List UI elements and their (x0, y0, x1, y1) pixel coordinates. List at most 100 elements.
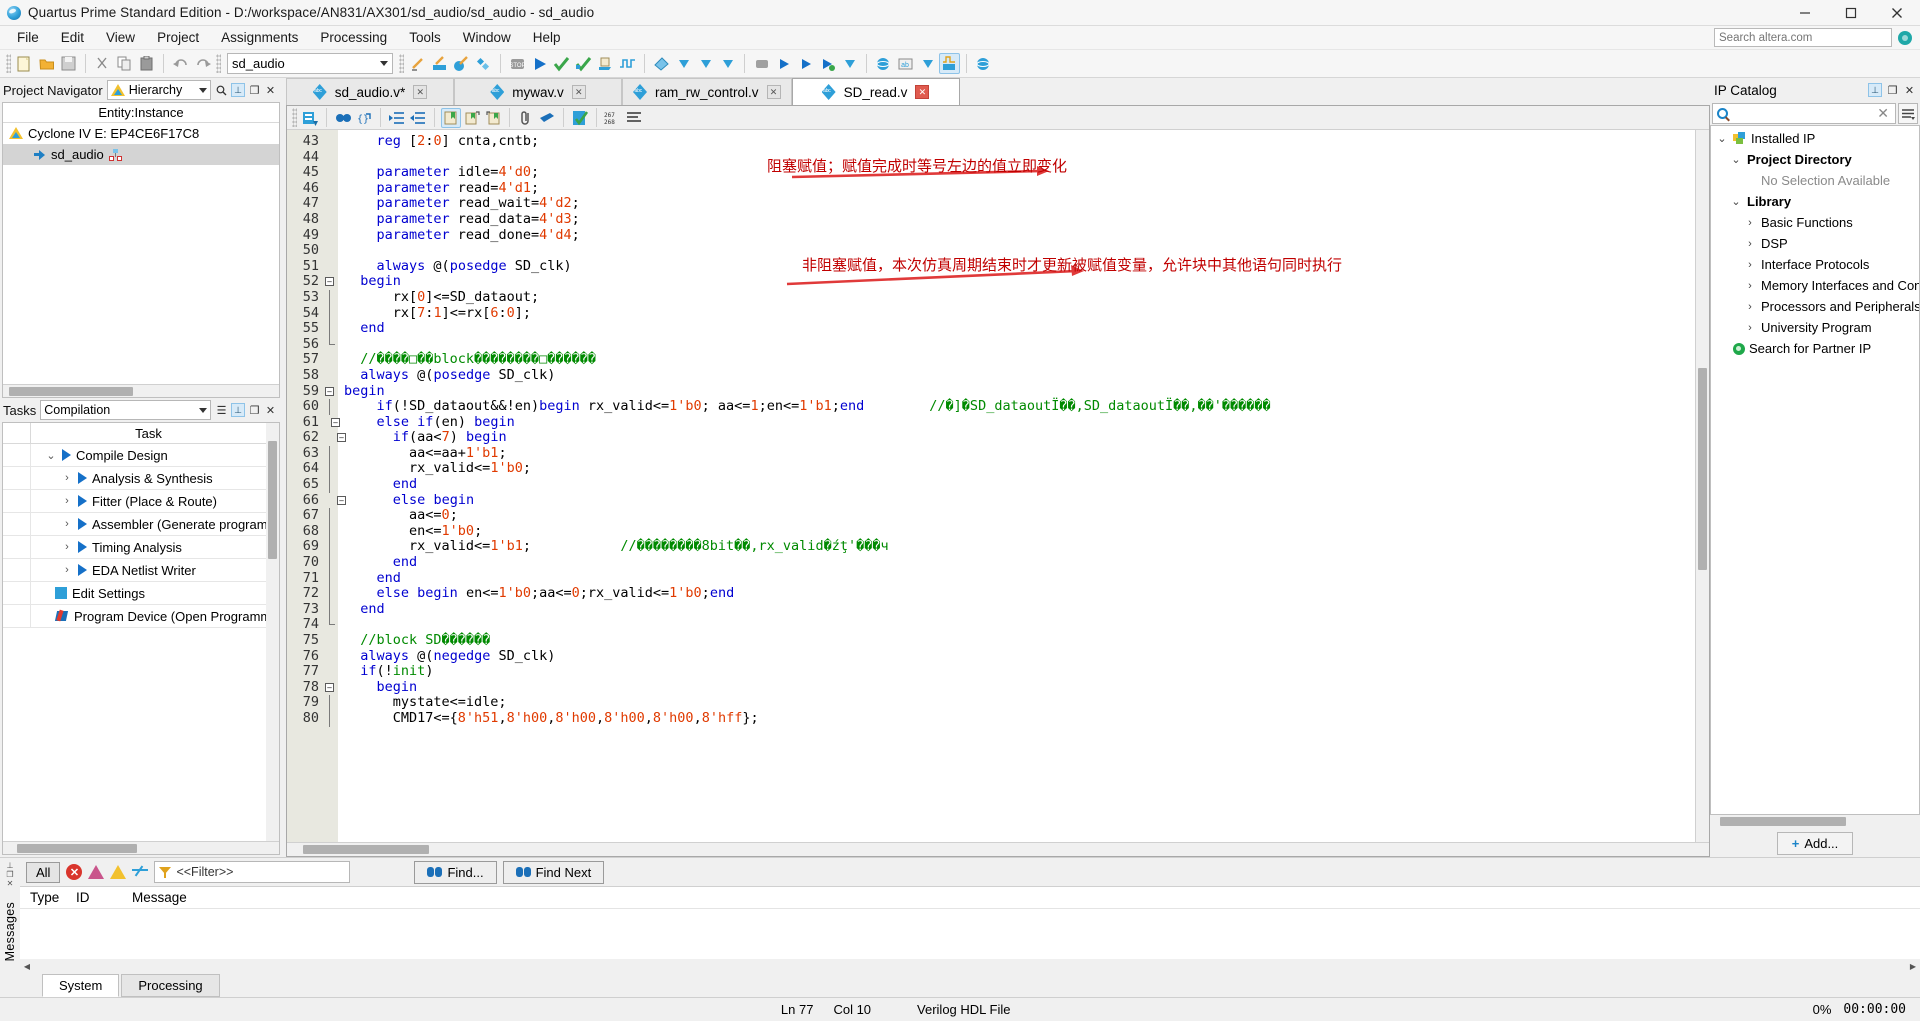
code-line[interactable]: else begin (344, 492, 1695, 509)
project-navigator-hscrollbar[interactable] (3, 384, 279, 397)
messages-tab-processing[interactable]: Processing (121, 974, 220, 997)
task-row-assembler[interactable]: › Assembler (Generate programm (3, 513, 266, 536)
code-line[interactable]: end (344, 554, 1695, 571)
comment-icon[interactable] (537, 108, 557, 128)
task-row-fitter[interactable]: › Fitter (Place & Route) (3, 490, 266, 513)
hamburger-menu-icon[interactable]: ☰ (215, 404, 228, 417)
altera-search-input[interactable] (1714, 28, 1892, 47)
code-vscrollbar[interactable] (1695, 130, 1709, 842)
code-folding-gutter[interactable]: – – – – – – (323, 130, 346, 842)
editor-tab-sd-audio[interactable]: sd_audio.v* ✕ (286, 78, 454, 105)
code-line[interactable]: else if(en) begin (344, 414, 1695, 431)
scrollbar-thumb[interactable] (1720, 817, 1846, 826)
editor-tab-sd-read[interactable]: SD_read.v ✕ (791, 78, 960, 105)
code-line[interactable]: if(aa<7) begin (344, 429, 1695, 446)
code-view[interactable]: 43 44 45 46 47 48 49 50 51 52 53 54 55 56 57 58 59 60 61 62… (287, 130, 1709, 842)
play-icon[interactable] (78, 541, 87, 553)
scrollbar-thumb[interactable] (303, 845, 429, 854)
fold-marker[interactable]: – (323, 680, 338, 696)
play-blue-icon[interactable] (773, 53, 794, 74)
menu-project[interactable]: Project (146, 27, 210, 48)
code-line[interactable]: end (344, 570, 1695, 587)
code-line[interactable]: end (344, 601, 1695, 618)
menu-view[interactable]: View (95, 27, 146, 48)
indent-icon[interactable] (387, 108, 407, 128)
tree-row-device[interactable]: Cyclone IV E: EP4CE6F17C8 (3, 123, 279, 144)
hierarchy-down-icon[interactable] (673, 53, 694, 74)
chevron-right-icon[interactable]: › (1743, 301, 1757, 313)
copy-icon[interactable] (114, 53, 135, 74)
task-row-timing-analysis[interactable]: › Timing Analysis (3, 536, 266, 559)
menu-help[interactable]: Help (522, 27, 572, 48)
tasks-flow-combo[interactable]: Compilation (40, 400, 211, 420)
ip-tree-row[interactable]: ⌄ Project Directory (1711, 149, 1919, 170)
down-arrow-blue-icon[interactable] (917, 53, 938, 74)
code-line[interactable]: begin (344, 679, 1695, 696)
ip-tree-row[interactable]: › Memory Interfaces and Cont (1711, 275, 1919, 296)
code-line[interactable]: parameter read_data=4'd3; (344, 211, 1695, 228)
chevron-down-icon[interactable]: ⌄ (1729, 153, 1743, 166)
chevron-right-icon[interactable]: › (61, 564, 73, 576)
tree-row-entity[interactable]: sd_audio (3, 144, 279, 165)
source-code-text[interactable]: reg [2:0] cnta,cntb; parameter idle=4'd0… (338, 130, 1695, 842)
fold-marker[interactable]: – (323, 430, 346, 446)
redo-icon[interactable] (192, 53, 213, 74)
scroll-left-icon[interactable]: ◀ (20, 959, 34, 973)
ip-tree-row[interactable]: › Processors and Peripherals (1711, 296, 1919, 317)
code-line[interactable]: parameter read=4'd1; (344, 180, 1695, 197)
menu-assignments[interactable]: Assignments (210, 27, 309, 48)
restore-icon[interactable]: ❐ (248, 84, 261, 97)
chip-planner-icon[interactable] (873, 53, 894, 74)
pencil-icon[interactable] (407, 53, 428, 74)
chevron-right-icon[interactable]: › (61, 495, 73, 507)
signal-tap-icon[interactable] (939, 53, 960, 74)
chevron-down-icon[interactable]: ⌄ (1729, 195, 1743, 208)
code-line[interactable] (344, 243, 1695, 259)
play-icon[interactable] (78, 472, 87, 484)
code-line[interactable]: end (344, 476, 1695, 493)
close-icon[interactable]: ✕ (915, 85, 930, 99)
chevron-right-icon[interactable]: › (61, 541, 73, 553)
pin-icon[interactable]: ⊥ (7, 861, 14, 870)
toolbar-grip[interactable] (216, 54, 221, 73)
outdent-icon[interactable] (408, 108, 428, 128)
new-file-icon[interactable] (14, 53, 35, 74)
editor-tab-ram-rw-control[interactable]: ram_rw_control.v ✕ (622, 78, 792, 105)
close-icon[interactable]: ✕ (264, 404, 277, 417)
pin-icon[interactable]: ⊥ (231, 83, 245, 97)
ab-tool-icon[interactable]: ab (895, 53, 916, 74)
bookmark-toggle-icon[interactable] (441, 107, 461, 128)
ip-tree-row[interactable]: No Selection Available (1711, 170, 1919, 191)
hamburger-menu-icon[interactable] (1898, 103, 1918, 124)
code-line[interactable]: mystate<=idle; (344, 695, 1695, 711)
code-line[interactable]: //block SD������ (344, 632, 1695, 649)
minimize-icon[interactable] (1782, 0, 1828, 26)
check2-icon[interactable] (573, 53, 594, 74)
play-icon[interactable] (78, 518, 87, 530)
code-line[interactable]: rx_valid<=1'b1; //��������8bit��,rx_vali… (344, 539, 1695, 555)
code-line[interactable]: if(!SD_dataout&&!en)begin rx_valid<=1'b0… (344, 398, 1695, 415)
close-icon[interactable]: ✕ (413, 85, 428, 99)
check1-icon[interactable] (551, 53, 572, 74)
close-icon[interactable]: ✕ (766, 85, 781, 99)
ip-tree-row[interactable]: ⌄ Library (1711, 191, 1919, 212)
task-row-program-device[interactable]: Program Device (Open Programme (3, 605, 266, 628)
netlist-stop-icon[interactable] (751, 53, 772, 74)
code-line[interactable]: aa<=aa+1'b1; (344, 445, 1695, 462)
toolbar-grip[interactable] (399, 54, 404, 73)
play-icon[interactable] (62, 449, 71, 461)
scroll-right-icon[interactable]: ▶ (1906, 959, 1920, 973)
code-line[interactable] (344, 150, 1695, 166)
code-line[interactable]: begin (344, 383, 1695, 400)
stop-icon[interactable]: STOP (507, 53, 528, 74)
code-line[interactable]: always @(posedge SD_clk) (344, 258, 1695, 275)
bookmark-prev-icon[interactable] (483, 108, 503, 128)
code-line[interactable]: else begin en<=1'b0;aa<=0;rx_valid<=1'b0… (344, 585, 1695, 602)
messages-list[interactable] (20, 908, 1920, 959)
search-icon[interactable] (215, 84, 228, 97)
scrollbar-thumb[interactable] (9, 387, 133, 396)
attach-icon[interactable] (516, 108, 536, 128)
tasks-vscrollbar[interactable] (266, 423, 279, 841)
maximize-icon[interactable] (1828, 0, 1874, 26)
code-hscrollbar[interactable] (287, 842, 1709, 856)
